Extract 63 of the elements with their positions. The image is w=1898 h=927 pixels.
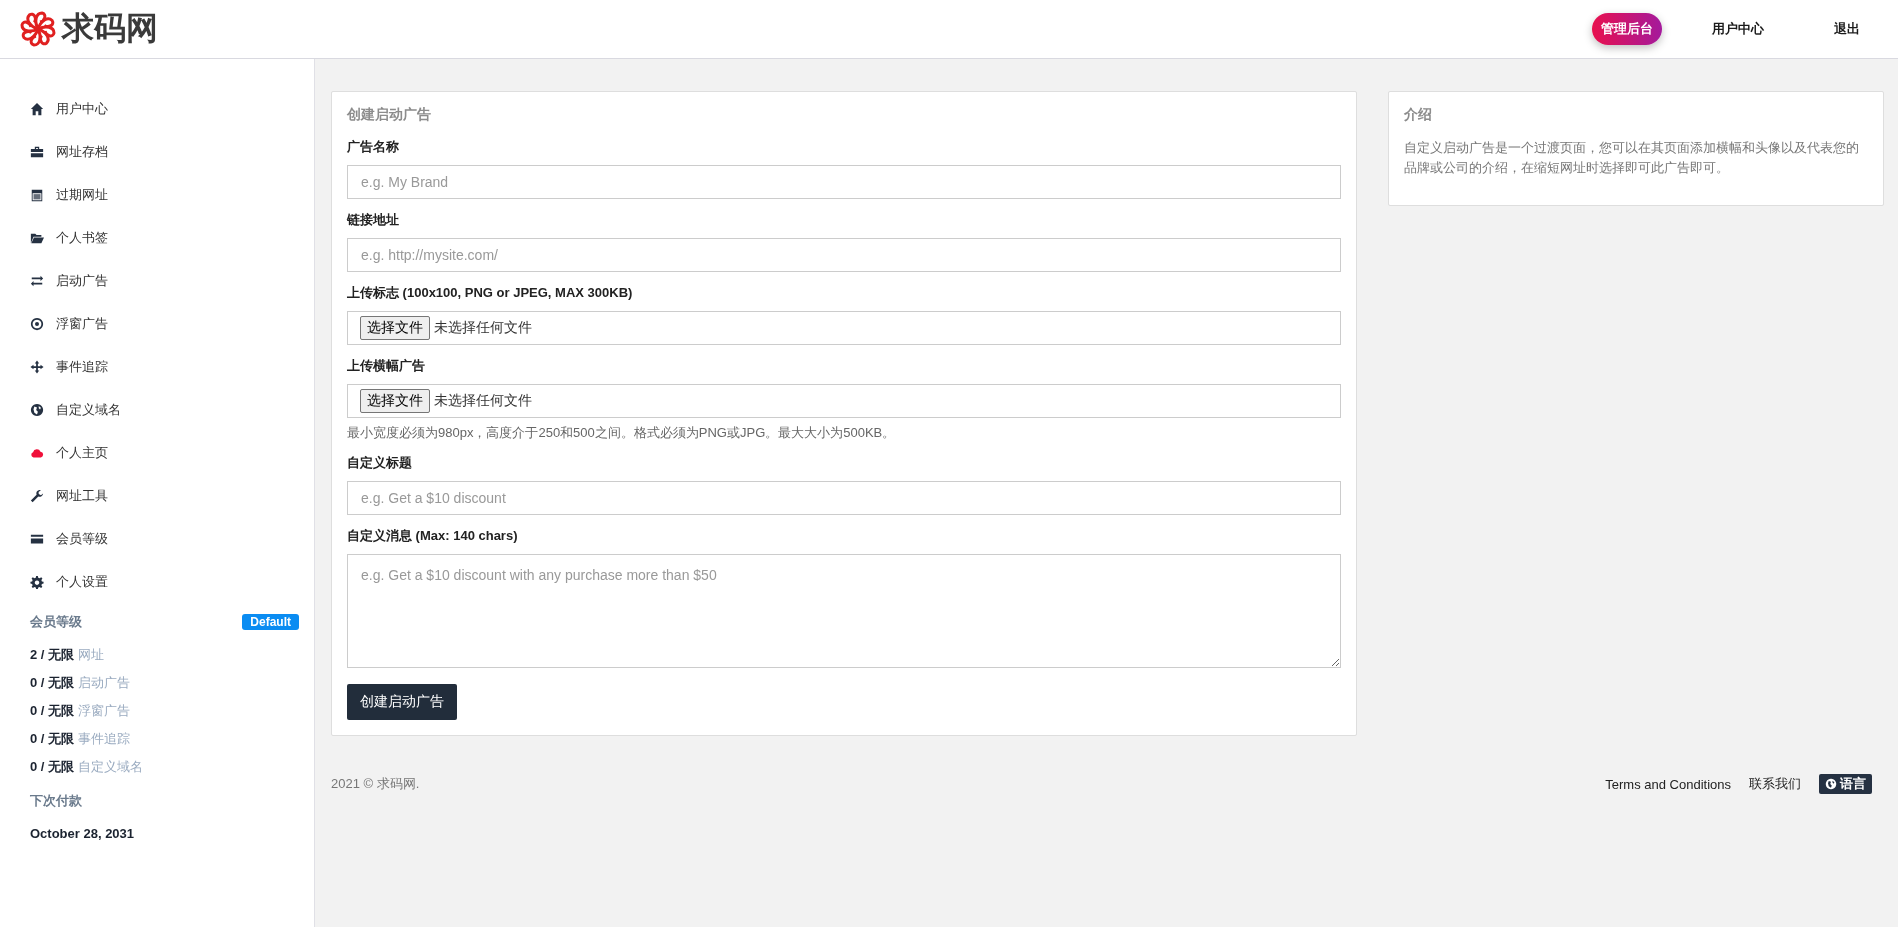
choose-file-button[interactable]: 选择文件 xyxy=(360,389,430,413)
sidebar-item[interactable]: 网址工具 xyxy=(30,474,314,517)
flower-logo-icon xyxy=(18,9,58,49)
sidebar-item[interactable]: 用户中心 xyxy=(30,87,314,130)
footer-link[interactable]: Terms and Conditions xyxy=(1605,776,1731,792)
usage-count: 0 / 无限 xyxy=(30,758,75,776)
usage-count: 0 / 无限 xyxy=(30,730,75,748)
settings-icon xyxy=(30,574,44,589)
field-label: 上传横幅广告 xyxy=(347,357,426,375)
choose-file-button[interactable]: 选择文件 xyxy=(360,316,430,340)
sidebar-item[interactable]: 网址存档 xyxy=(30,130,314,173)
sidebar-item[interactable]: 启动广告 xyxy=(30,259,314,302)
nav-link[interactable]: 退出 xyxy=(1814,14,1880,44)
field-label: 上传标志 (100x100, PNG or JPEG, MAX 300KB) xyxy=(347,284,634,302)
globe-icon xyxy=(1825,778,1837,790)
globe-icon xyxy=(30,402,44,417)
field-label: 自定义标题 xyxy=(347,454,413,472)
sidebar-item[interactable]: 过期网址 xyxy=(30,173,314,216)
usage-count: 0 / 无限 xyxy=(30,674,75,692)
usage-label: 事件追踪 xyxy=(78,730,131,748)
usage-count: 2 / 无限 xyxy=(30,646,75,664)
language-button[interactable]: 语言 xyxy=(1819,774,1872,794)
usage-count: 0 / 无限 xyxy=(30,702,75,720)
nav-link[interactable]: 用户中心 xyxy=(1692,14,1784,44)
sidebar-item[interactable]: 自定义域名 xyxy=(30,388,314,431)
target-icon xyxy=(30,316,44,331)
logo-text: 求码网 xyxy=(62,8,158,49)
file-status: 未选择任何文件 xyxy=(434,319,532,337)
usage-label: 网址 xyxy=(78,646,105,664)
sidebar-item[interactable]: 个人设置 xyxy=(30,560,314,603)
sidebar-item[interactable]: 浮窗广告 xyxy=(30,302,314,345)
field-label: 广告名称 xyxy=(347,138,400,156)
card-title: 创建启动广告 xyxy=(347,106,432,124)
field-label: 自定义消息 (Max: 140 chars) xyxy=(347,527,519,545)
admin-button[interactable]: 管理后台 xyxy=(1592,13,1662,45)
input-field[interactable]: e.g. My Brand xyxy=(347,165,1341,199)
field-label: 链接地址 xyxy=(347,211,400,229)
input-field[interactable]: e.g. Get a $10 discount xyxy=(347,481,1341,515)
sidebar-item[interactable]: 事件追踪 xyxy=(30,345,314,388)
usage-label: 启动广告 xyxy=(78,674,131,692)
message-textarea[interactable]: e.g. Get a $10 discount with any purchase more than $50 xyxy=(347,554,1341,668)
plan-badge: Default xyxy=(242,614,299,630)
input-field[interactable]: e.g. http://mysite.com/ xyxy=(347,238,1341,272)
copyright-text: 2021 © 求码网. xyxy=(331,775,420,793)
wrench-icon xyxy=(30,488,44,503)
usage-label: 自定义域名 xyxy=(78,758,144,776)
usage-label: 浮窗广告 xyxy=(78,702,131,720)
sidebar-item[interactable]: 会员等级 xyxy=(30,517,314,560)
calendar-icon xyxy=(30,187,44,202)
payment-date: October 28, 2031 xyxy=(30,826,136,841)
footer-link[interactable]: 联系我们 xyxy=(1749,775,1801,793)
section-title: 下次付款 xyxy=(30,793,82,808)
briefcase-icon xyxy=(30,144,44,159)
section-title: 会员等级 xyxy=(30,613,82,631)
sidebar-item[interactable]: 个人主页 xyxy=(30,431,314,474)
submit-button[interactable]: 创建启动广告 xyxy=(347,684,457,720)
home-icon xyxy=(30,101,44,116)
intro-text: 自定义启动广告是一个过渡页面，您可以在其页面添加横幅和头像以及代表您的品牌或公司的介绍，在缩短网址时选择即可此广告即可。 xyxy=(1404,139,1860,177)
file-status: 未选择任何文件 xyxy=(434,392,532,410)
sidebar-item[interactable]: 个人书签 xyxy=(30,216,314,259)
card-title: 介绍 xyxy=(1404,106,1433,124)
help-text: 最小宽度必须为980px，高度介于250和500之间。格式必须为PNG或JPG。最大大小为500KB。 xyxy=(347,424,897,442)
crosshair-icon xyxy=(30,359,44,374)
